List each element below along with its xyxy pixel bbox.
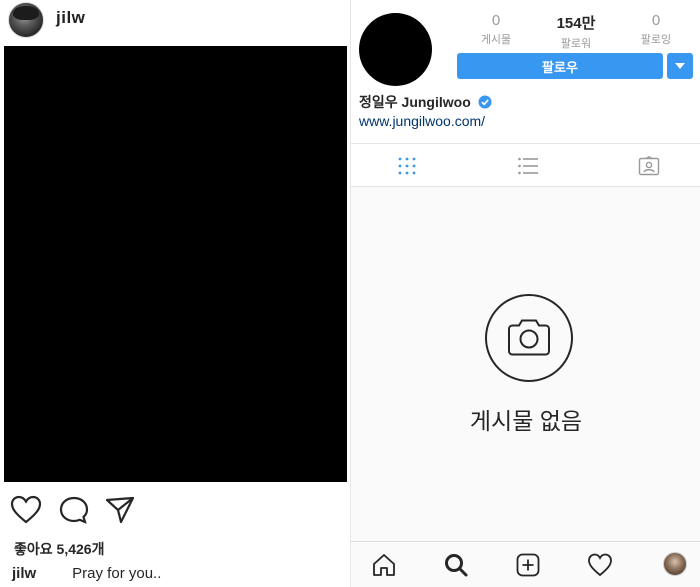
post-username[interactable]: jilw: [56, 8, 85, 28]
tagged-icon[interactable]: [638, 155, 660, 176]
stat-posts-value: 0: [491, 12, 501, 29]
list-icon[interactable]: [517, 156, 539, 176]
camera-icon: [485, 294, 573, 382]
post-action-bar: [0, 490, 348, 530]
verified-badge-icon: [478, 95, 492, 109]
profile-panel: 0 게시물 154만 팔로워 0 팔로잉 팔로우 정일우 Jungilwoo w…: [350, 0, 700, 587]
post-header: jilw: [0, 0, 348, 44]
heart-icon[interactable]: [10, 495, 42, 525]
profile-avatar[interactable]: [359, 13, 432, 86]
grid-icon[interactable]: [396, 156, 418, 176]
caret-down-icon: [675, 63, 685, 69]
profile-tab-avatar[interactable]: [663, 552, 687, 576]
add-icon[interactable]: [515, 552, 541, 578]
caption-text: Pray for you..: [72, 565, 162, 582]
stat-posts-label: 게시물: [480, 34, 512, 46]
suggestions-dropdown-button[interactable]: [667, 53, 693, 79]
stat-followers-label: 팔로워: [560, 38, 592, 50]
stat-following[interactable]: 0 팔로잉: [621, 12, 691, 47]
stat-posts[interactable]: 0 게시물: [461, 12, 531, 47]
profile-header: 0 게시물 154만 팔로워 0 팔로잉 팔로우 정일우 Jungilwoo w…: [351, 0, 700, 143]
stat-following-value: 0: [651, 12, 661, 29]
stat-followers-value: 154만: [556, 15, 596, 32]
post-author-avatar[interactable]: [8, 2, 44, 38]
profile-tab-bar: [351, 143, 700, 187]
activity-icon[interactable]: [587, 552, 613, 578]
comment-icon[interactable]: [58, 495, 90, 525]
search-icon[interactable]: [443, 552, 469, 578]
stat-following-label: 팔로잉: [640, 34, 672, 46]
home-icon[interactable]: [371, 552, 397, 578]
follow-button[interactable]: 팔로우: [457, 53, 663, 79]
caption-username[interactable]: jilw: [12, 565, 36, 582]
share-icon[interactable]: [104, 495, 136, 525]
profile-display-name: 정일우 Jungilwoo: [359, 92, 492, 112]
stat-followers[interactable]: 154만 팔로워: [541, 12, 611, 51]
empty-posts-area: 게시물 없음: [351, 187, 700, 541]
display-name-text: 정일우 Jungilwoo: [359, 94, 471, 110]
likes-count[interactable]: 좋아요 5,426개: [14, 539, 104, 559]
post-image[interactable]: [4, 46, 347, 482]
no-posts-text: 게시물 없음: [469, 408, 583, 434]
bottom-nav-bar: [351, 541, 700, 587]
profile-website-link[interactable]: www.jungilwoo.com/: [359, 113, 485, 129]
post-caption: jilw Pray for you..: [12, 565, 161, 582]
post-panel: jilw 좋아요 5,426개 jilw Pray for you..: [0, 0, 348, 587]
